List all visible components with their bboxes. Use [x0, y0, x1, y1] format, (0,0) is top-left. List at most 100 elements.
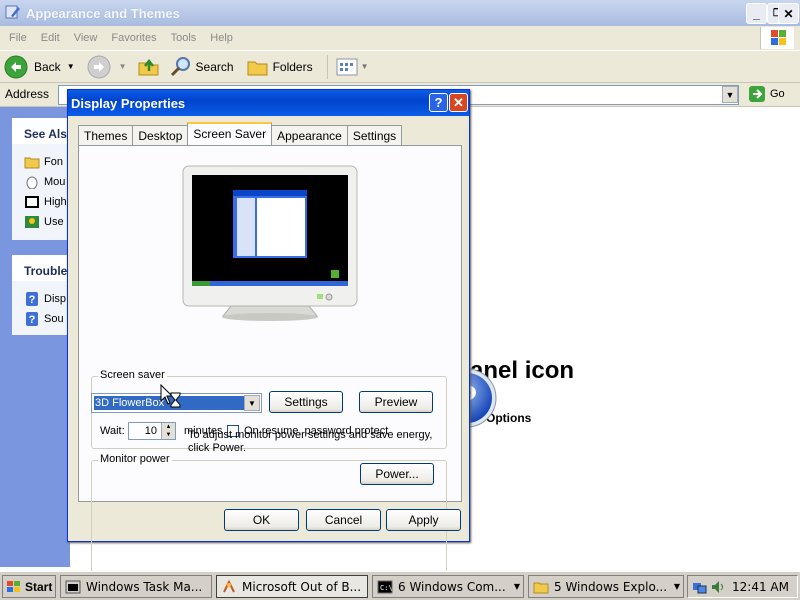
- help-icon: ?: [26, 312, 38, 326]
- address-dropdown-button[interactable]: ▼: [722, 86, 738, 103]
- dialog-close-button[interactable]: ✕: [449, 93, 468, 112]
- go-label: Go: [770, 88, 785, 100]
- folder-icon: [533, 582, 549, 593]
- forward-dropdown-icon[interactable]: ▼: [119, 62, 127, 71]
- group-dropdown-icon: ▼: [513, 582, 520, 591]
- back-dropdown-icon[interactable]: ▼: [67, 62, 75, 71]
- network-icon[interactable]: [692, 579, 708, 595]
- see-also-fonts-link[interactable]: Fon: [12, 152, 70, 172]
- see-also-panel: See Als Fon Mou High Use: [12, 118, 70, 240]
- troubleshoot-display-link[interactable]: ? Disp: [12, 289, 70, 309]
- tab-settings[interactable]: Settings: [346, 125, 403, 145]
- help-icon: ?: [26, 292, 38, 306]
- task-pane: See Als Fon Mou High Use Trouble ? Disp ?…: [0, 107, 70, 567]
- tab-screen-saver[interactable]: Screen Saver: [187, 122, 273, 145]
- dialog-titlebar[interactable]: Display Properties: [68, 90, 469, 116]
- go-arrow-icon: [749, 86, 765, 102]
- tab-themes[interactable]: Themes: [78, 125, 134, 145]
- screen-saver-preview-button[interactable]: Preview: [359, 391, 433, 413]
- svg-text:C:\: C:\: [380, 584, 393, 592]
- see-also-item-label: Mou: [44, 176, 66, 188]
- search-label: Search: [195, 59, 234, 74]
- minimize-button[interactable]: _: [746, 3, 767, 24]
- spinner-arrows-icon[interactable]: ▲ ▼: [161, 423, 175, 439]
- svg-text:?: ?: [29, 294, 36, 306]
- fonts-folder-icon: [24, 157, 40, 169]
- search-button[interactable]: Search: [169, 55, 234, 79]
- desktop: { "explorer": { "title": "Appearance and…: [0, 0, 800, 600]
- wait-label: Wait:: [100, 425, 125, 437]
- menu-view[interactable]: View: [74, 32, 98, 44]
- search-icon: [170, 56, 190, 76]
- volume-icon[interactable]: [710, 579, 726, 595]
- see-also-heading[interactable]: See Als: [12, 118, 70, 144]
- taskbar-item-command-group[interactable]: C:\ 6 Windows Com... ▼: [372, 575, 524, 598]
- high-contrast-icon: [25, 196, 39, 208]
- go-button[interactable]: Go: [748, 85, 785, 103]
- up-folder-button[interactable]: [137, 55, 161, 79]
- views-icon: [336, 58, 358, 75]
- chevron-down-icon[interactable]: ▼: [244, 395, 260, 411]
- taskbar-item-out-of-box[interactable]: Microsoft Out of B...: [216, 575, 368, 598]
- see-also-item-label: Use: [44, 216, 64, 228]
- see-also-mouse-link[interactable]: Mou: [12, 172, 70, 192]
- menu-edit[interactable]: Edit: [41, 32, 60, 44]
- folders-button[interactable]: Folders: [246, 55, 313, 79]
- screen-saver-group-label: Screen saver: [98, 369, 167, 381]
- power-button[interactable]: Power...: [360, 463, 434, 485]
- wait-minutes-spinner[interactable]: 10 ▲ ▼: [128, 422, 176, 440]
- troubleshoot-item-label: Disp: [44, 293, 67, 305]
- wait-value: 10: [144, 425, 157, 437]
- back-button[interactable]: Back ▼: [4, 55, 75, 79]
- windows-flag-icon: [7, 580, 20, 592]
- explorer-title: Appearance and Themes: [26, 5, 180, 21]
- monitor-power-text-2: click Power.: [188, 442, 247, 454]
- cancel-button[interactable]: Cancel: [306, 509, 381, 531]
- tab-appearance[interactable]: Appearance: [271, 125, 348, 145]
- start-label: Start: [25, 579, 53, 594]
- folders-icon: [247, 61, 268, 75]
- explorer-titlebar[interactable]: Appearance and Themes _ ❐: [0, 0, 800, 26]
- troubleshooters-panel: Trouble ? Disp ? Sou: [12, 255, 70, 335]
- oobe-icon: [223, 579, 235, 592]
- tab-desktop[interactable]: Desktop: [132, 125, 189, 145]
- menu-favorites[interactable]: Favorites: [111, 32, 156, 44]
- mouse-icon: [26, 176, 38, 189]
- monitor-power-text-1: To adjust monitor power settings and sav…: [188, 429, 433, 441]
- see-also-high-contrast-link[interactable]: High: [12, 192, 70, 212]
- taskbar-item-label: Windows Task Ma...: [86, 579, 203, 594]
- ok-button[interactable]: OK: [224, 509, 299, 531]
- dialog-help-button[interactable]: ?: [429, 93, 448, 112]
- taskbar-item-explorer-group[interactable]: 5 Windows Explo... ▼: [528, 575, 684, 598]
- system-tray: 12:41 AM: [687, 575, 798, 598]
- menu-file[interactable]: File: [9, 32, 27, 44]
- explorer-close-button[interactable]: ✕: [778, 3, 799, 24]
- menu-tools[interactable]: Tools: [171, 32, 197, 44]
- screen-saver-tab-panel: Screen saver 3D FlowerBox ▼ Settings Pre…: [78, 145, 462, 584]
- forward-button[interactable]: ▼: [87, 55, 127, 79]
- command-prompt-icon: C:\: [377, 580, 393, 593]
- troubleshooters-heading[interactable]: Trouble: [12, 255, 70, 281]
- menu-help[interactable]: Help: [210, 32, 233, 44]
- troubleshoot-sound-link[interactable]: ? Sou: [12, 309, 70, 329]
- clock[interactable]: 12:41 AM: [732, 580, 789, 594]
- up-folder-icon: [138, 58, 159, 75]
- see-also-user-accounts-link[interactable]: Use: [12, 212, 70, 232]
- busy-cursor-icon: [160, 384, 181, 408]
- forward-arrow-icon: [87, 55, 111, 78]
- troubleshoot-item-label: Sou: [44, 313, 64, 325]
- taskbar-item-task-manager[interactable]: Windows Task Ma...: [60, 575, 212, 598]
- taskbar-item-label: Microsoft Out of B...: [242, 579, 362, 594]
- taskbar-item-label: 6 Windows Com...: [398, 579, 506, 594]
- dialog-tabs: Themes Desktop Screen Saver Appearance S…: [78, 122, 403, 145]
- screen-saver-settings-button[interactable]: Settings: [269, 391, 343, 413]
- control-panel-icon: [5, 5, 20, 19]
- start-button[interactable]: Start: [2, 575, 56, 598]
- views-dropdown-icon: ▼: [360, 62, 369, 71]
- apply-button[interactable]: Apply: [386, 509, 461, 531]
- back-label: Back: [34, 59, 61, 74]
- see-also-item-label: Fon: [44, 156, 63, 168]
- taskbar: Start Windows Task Ma... Microsoft Out o…: [0, 571, 800, 600]
- views-button[interactable]: ▼: [326, 54, 369, 79]
- see-also-item-label: High: [44, 196, 67, 208]
